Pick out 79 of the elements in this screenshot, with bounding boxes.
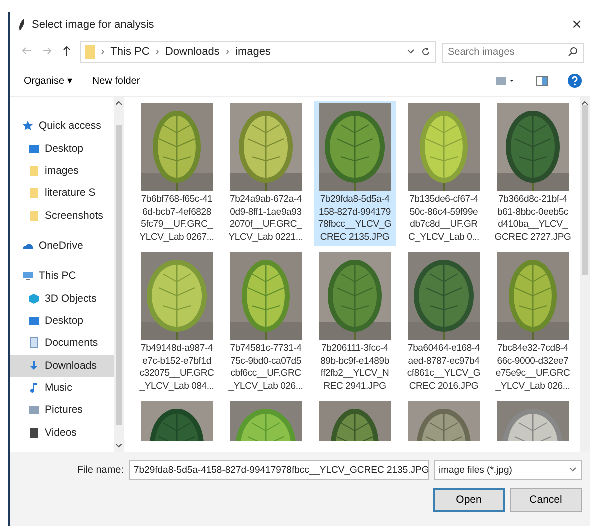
right-arrow-icon	[42, 46, 52, 56]
breadcrumb[interactable]: This PC	[110, 46, 150, 58]
sidebar-item[interactable]: Videos	[10, 422, 114, 444]
scroll-up-icon[interactable]	[582, 101, 588, 105]
file-name: 7b24a9ab-672a-4 0d9-8ff1-1ae9a93 2070f__UF.GRC_ YLCV_Lab 0221...	[228, 194, 304, 244]
organise-menu[interactable]: Organise ▾	[24, 75, 72, 87]
sidebar-item[interactable]: Screenshots	[10, 204, 114, 227]
refresh-icon[interactable]	[421, 47, 431, 57]
up-arrow-icon	[62, 46, 72, 56]
folder-icon	[85, 45, 95, 59]
document-icon	[28, 337, 40, 350]
help-icon[interactable]	[568, 74, 582, 88]
breadcrumb-separator: ›	[156, 46, 160, 58]
scrollbar[interactable]	[580, 97, 590, 452]
file-name-field[interactable]: 7b29fda8-5d5a-4158-827d-99417978fbcc__YLCV_GCREC 2135.JPG	[129, 460, 429, 480]
open-button[interactable]: Open	[433, 488, 505, 512]
file-name: 7b366d8c-21bf-4 b61-8bbc-0eeb5c d410ba__YLCV_ GCREC 2727.JPG	[494, 194, 572, 244]
scrollbar[interactable]	[114, 97, 124, 452]
download-icon	[28, 360, 40, 372]
file-name-label: File name:	[77, 464, 124, 476]
preview-pane-icon[interactable]	[536, 76, 548, 86]
breadcrumb-separator: ›	[101, 46, 105, 58]
star-icon	[22, 120, 34, 132]
desktop-icon	[28, 142, 40, 155]
feather-icon	[18, 19, 26, 31]
folder-icon	[28, 164, 40, 177]
file-item[interactable]: 7ba60464-e168-4 aed-8787-ec97b4 cf861c__YLCV_G CREC 2016.JPG	[403, 250, 485, 395]
scroll-down-icon[interactable]	[116, 444, 122, 448]
left-arrow-icon	[22, 46, 32, 56]
desktop-icon	[28, 315, 40, 328]
sidebar-item[interactable]: OneDrive	[10, 234, 114, 258]
search-icon	[568, 47, 578, 57]
breadcrumb[interactable]: Downloads	[165, 46, 220, 58]
sidebar-item[interactable]: Downloads	[10, 354, 114, 377]
breadcrumb[interactable]: images	[236, 46, 272, 58]
file-name: 7b135de6-cf67-4 50c-86c4-59f99e db7c8d__UF.GR C_YLCV_Lab 0...	[408, 194, 480, 244]
file-item[interactable]: 7bc84e32-7cd8-4 66c-9000-d32ee7 e75e9c__UF.GRC _YLCV_Lab 026...	[492, 250, 574, 395]
folder-icon	[28, 210, 40, 222]
sidebar-item[interactable]: Documents	[10, 332, 114, 355]
scroll-up-icon[interactable]	[116, 101, 122, 105]
sidebar-item[interactable]: Desktop	[10, 310, 114, 332]
file-item[interactable]: 7b24a9ab-672a-4 0d9-8ff1-1ae9a93 2070f__UF.GRC_ YLCV_Lab 0221...	[225, 101, 307, 246]
search-field[interactable]: Search images	[442, 42, 584, 62]
file-name: 7b6bf768-f65c-41 6d-bcb7-4ef6828 5fc79__UF.GRC_ YLCV_Lab 0267...	[140, 194, 214, 244]
file-item[interactable]: 7b74581c-7731-4 75c-9bd0-ca07d5 cbf6cc__UF.GRC _YLCV_Lab 026...	[225, 250, 307, 395]
file-item[interactable]: 7b6bf768-f65c-41 6d-bcb7-4ef6828 5fc79__UF.GRC_ YLCV_Lab 0267...	[136, 101, 218, 246]
file-item[interactable]: 7b49148d-a987-4 e7c-b152-e7bf1d c32075__UF.GRC _YLCV_Lab 084...	[136, 250, 218, 395]
chevron-down-icon	[569, 467, 577, 473]
cube-icon	[28, 292, 40, 305]
file-item[interactable]: 7b206111-3fcc-4 89b-bc9f-e1489b ff2fb2__YLCV_N REC 2941.JPG	[314, 250, 396, 395]
file-name: 7b206111-3fcc-4 89b-bc9f-e1489b ff2fb2__YLCV_N REC 2941.JPG	[320, 343, 390, 393]
new-folder-button[interactable]: New folder	[92, 76, 140, 86]
chevron-down-icon[interactable]	[407, 49, 415, 55]
sidebar-item[interactable]: literature S	[10, 182, 114, 204]
cancel-button[interactable]: Cancel	[510, 488, 582, 512]
file-name: 7b49148d-a987-4 e7c-b152-e7bf1d c32075__UF.GRC _YLCV_Lab 084...	[140, 343, 214, 393]
view-icon[interactable]	[496, 76, 516, 86]
music-icon	[28, 382, 40, 394]
sidebar-item[interactable]: images	[10, 160, 114, 182]
window-title: Select image for analysis	[32, 19, 156, 31]
file-item[interactable]: 7b29fda8-5d5a-4 158-827d-994179 78fbcc__YLCV_G CREC 2135.JPG	[314, 101, 396, 246]
sidebar-item[interactable]: Quick access	[10, 115, 114, 138]
sidebar-item[interactable]: Pictures	[10, 399, 114, 422]
file-name: 7bc84e32-7cd8-4 66c-9000-d32ee7 e75e9c__UF.GRC _YLCV_Lab 026...	[496, 343, 570, 393]
sidebar-item[interactable]: Music	[10, 376, 114, 400]
file-name: 7b74581c-7731-4 75c-9bd0-ca07d5 cbf6cc__UF.GRC _YLCV_Lab 026...	[228, 343, 304, 393]
close-button[interactable]: ×	[570, 15, 584, 35]
sidebar-item[interactable]: 3D Objects	[10, 288, 114, 310]
sidebar-item[interactable]: Desktop	[10, 137, 114, 160]
address-bar[interactable]: › This PC › Downloads › images	[80, 41, 436, 63]
breadcrumb-separator: ›	[226, 46, 230, 58]
file-name: 7b29fda8-5d5a-4 158-827d-994179 78fbcc__YLCV_G CREC 2135.JPG	[318, 194, 392, 244]
sidebar-item[interactable]: This PC	[10, 265, 114, 288]
file-item[interactable]: 7b135de6-cf67-4 50c-86c4-59f99e db7c8d__UF.GR C_YLCV_Lab 0...	[403, 101, 485, 246]
folder-icon	[28, 187, 40, 200]
pc-icon	[22, 270, 34, 282]
file-item[interactable]: 7b366d8c-21bf-4 b61-8bbc-0eeb5c d410ba__YLCV_ GCREC 2727.JPG	[492, 101, 574, 246]
file-name: 7ba60464-e168-4 aed-8787-ec97b4 cf861c__YLCV_G CREC 2016.JPG	[407, 343, 481, 393]
file-type-dropdown[interactable]: image files (*.jpg)	[434, 460, 582, 480]
